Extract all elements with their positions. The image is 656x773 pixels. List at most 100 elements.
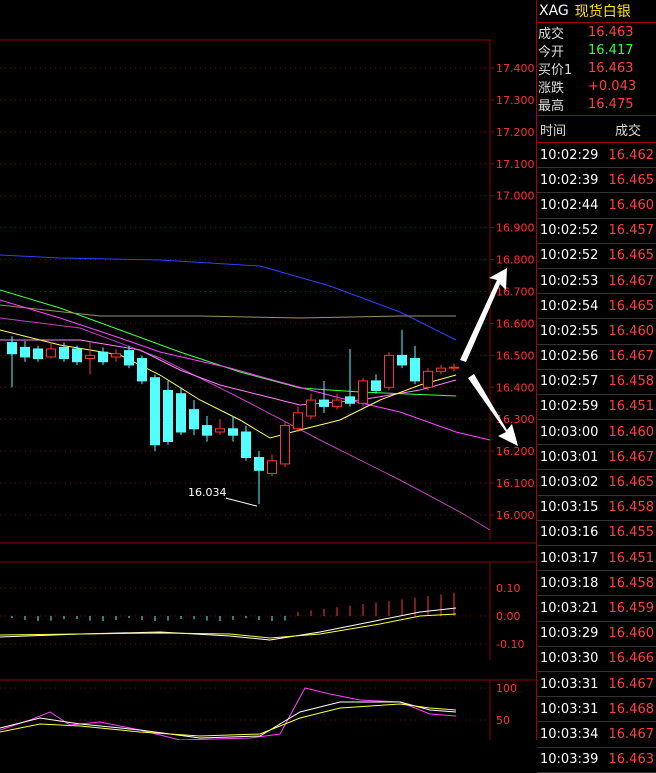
- ticks-header-time: 时间: [540, 123, 567, 139]
- candle-body: [59, 346, 69, 360]
- tick-row: 10:02:44 16.460: [537, 193, 656, 219]
- price-axis-label: 16.000: [496, 509, 535, 522]
- tick-price: 16.465: [608, 298, 655, 314]
- quote-row: 涨跌 +0.043: [537, 77, 656, 96]
- instrument-title: XAG 现货白银: [537, 0, 656, 23]
- price-axis-label: 16.100: [496, 477, 535, 490]
- candle-body: [72, 348, 82, 363]
- price-axis-label: 16.700: [496, 286, 535, 299]
- tick-time: 10:02:55: [540, 323, 599, 339]
- candle-body: [410, 358, 420, 382]
- tick-row: 10:02:56 16.467: [537, 345, 656, 370]
- quote-label: 涨跌: [538, 80, 565, 96]
- ma-line-blue: [0, 254, 457, 341]
- kdj-axis-label: 100: [496, 682, 517, 695]
- tick-row: 10:02:59 16.451: [537, 395, 656, 421]
- quote-value: +0.043: [588, 78, 637, 94]
- quote-row: 今开 16.417: [537, 41, 656, 60]
- tick-time: 10:03:18: [540, 575, 599, 591]
- tick-price: 16.459: [608, 600, 655, 616]
- tick-row: 10:02:53 16.467: [537, 269, 656, 295]
- tick-price: 16.463: [608, 752, 655, 768]
- candle-body: [449, 366, 459, 369]
- tick-row: 10:03:39 16.463: [537, 748, 656, 773]
- ticks-list[interactable]: 10:02:29 16.462 10:02:39 16.465 10:02:44 16.4…: [537, 143, 656, 773]
- tick-row: 10:03:21 16.459: [537, 596, 656, 622]
- tick-time: 10:02:52: [540, 248, 599, 264]
- candle-body: [189, 409, 199, 430]
- tick-time: 10:03:31: [540, 676, 599, 692]
- candle-body: [306, 399, 316, 417]
- tick-price: 16.460: [608, 197, 655, 213]
- tick-price: 16.458: [608, 500, 655, 516]
- quote-value: 16.417: [588, 42, 634, 58]
- candle-body: [20, 346, 30, 358]
- tick-time: 10:03:21: [540, 600, 599, 616]
- candle-body: [332, 399, 342, 407]
- macd-dea-line: [0, 613, 457, 639]
- quote-row: 买价1 16.463: [537, 59, 656, 78]
- kline-chart[interactable]: 17.400 17.300 17.200 17.100 17.000 16.900 16.8…: [0, 0, 536, 740]
- macd-axis-label: -0.10: [496, 638, 524, 651]
- tick-time: 10:02:52: [540, 223, 599, 239]
- price-axis-label: 16.500: [496, 349, 535, 362]
- candle-body: [176, 393, 186, 433]
- tick-price: 16.467: [608, 349, 655, 365]
- tick-price: 16.466: [608, 651, 655, 667]
- tick-row: 10:03:30 16.466: [537, 647, 656, 672]
- low-price-label: 16.034: [188, 486, 227, 499]
- instrument-symbol: XAG: [539, 3, 569, 19]
- candle-body: [33, 348, 43, 360]
- price-axis-label: 17.300: [496, 94, 535, 107]
- tick-price: 16.451: [608, 399, 655, 415]
- candle-body: [384, 354, 394, 388]
- candle-body: [124, 350, 134, 366]
- candle-body: [98, 351, 108, 363]
- tick-time: 10:02:56: [540, 349, 599, 365]
- tick-row: 10:03:16 16.455: [537, 521, 656, 546]
- candle-body: [423, 370, 433, 388]
- candle-body: [280, 425, 290, 465]
- price-axis-label: 16.200: [496, 445, 535, 458]
- tick-time: 10:03:15: [540, 500, 599, 516]
- quote-label: 成交: [538, 26, 565, 42]
- candle-body: [202, 425, 212, 436]
- macd-dif-line: [0, 607, 457, 641]
- tick-time: 10:03:00: [540, 424, 599, 440]
- tick-price: 16.455: [608, 525, 655, 541]
- tick-row: 10:03:18 16.458: [537, 571, 656, 597]
- tick-price: 16.460: [608, 424, 655, 440]
- tick-row: 10:03:00 16.460: [537, 420, 656, 446]
- quote-label: 最高: [538, 98, 565, 114]
- tick-price: 16.462: [608, 147, 655, 163]
- tick-price: 16.465: [608, 172, 655, 188]
- price-axis-label: 16.900: [496, 222, 535, 235]
- quote-row: 成交 16.463: [537, 23, 656, 42]
- tick-price: 16.451: [608, 550, 655, 566]
- price-axis-label: 16.400: [496, 381, 535, 394]
- ticks-header-price: 成交: [614, 123, 641, 139]
- candle-body: [46, 348, 56, 358]
- tick-time: 10:03:39: [540, 752, 599, 768]
- tick-row: 10:03:31 16.468: [537, 697, 656, 723]
- tick-time: 10:03:01: [540, 449, 599, 465]
- tick-row: 10:02:29 16.462: [537, 143, 656, 169]
- tick-time: 10:02:53: [540, 273, 599, 289]
- tick-time: 10:02:59: [540, 399, 599, 415]
- tick-time: 10:03:16: [540, 525, 599, 541]
- kdj-d-line: [0, 703, 457, 737]
- candle-body: [215, 428, 225, 433]
- quote-value: 16.463: [588, 24, 634, 40]
- kdj-axis-label: 50: [496, 714, 510, 727]
- kdj-j-line: [0, 687, 457, 740]
- instrument-name: 现货白银: [574, 4, 631, 20]
- candle-body: [228, 428, 238, 436]
- candle-body: [85, 354, 95, 360]
- tick-time: 10:02:57: [540, 374, 599, 390]
- tick-time: 10:02:44: [540, 197, 599, 213]
- tick-row: 10:02:52 16.457: [537, 219, 656, 244]
- ticks-header: 时间 成交: [537, 116, 656, 143]
- tick-row: 10:02:54 16.465: [537, 294, 656, 320]
- macd-axis-label: 0.10: [496, 582, 521, 595]
- candle-body: [254, 457, 264, 471]
